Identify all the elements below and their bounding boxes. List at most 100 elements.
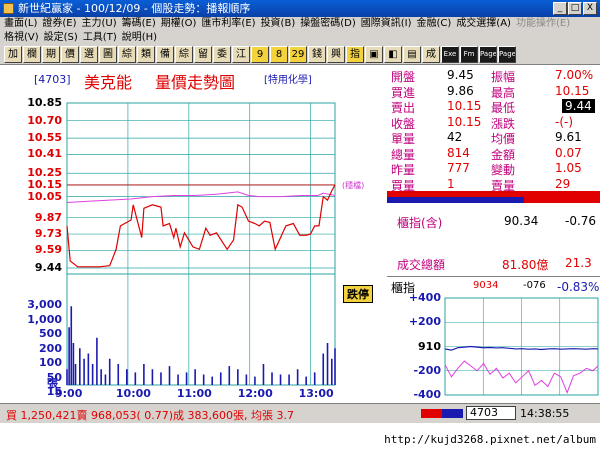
toolbar-button-12[interactable]: 江 <box>232 46 250 63</box>
menu-item-1-1[interactable]: 證券(E) <box>42 18 76 29</box>
volume-bar <box>66 369 68 385</box>
toolbar-button-25[interactable]: Page <box>479 46 497 63</box>
toolbar-button-16[interactable]: 錢 <box>308 46 326 63</box>
status-summary: 買 1,250,421賣 968,053( 0.77)成 383,600張, 均… <box>6 409 295 422</box>
volume-bar <box>279 374 282 385</box>
menu-item-1-9[interactable]: 金融(C) <box>417 18 452 29</box>
quote-pane: 開盤 9.45 振幅 7.00% 買進 9.86 最高 10.15 賣出 10.15 最低 9.44 收… <box>387 65 600 403</box>
volume-bar <box>74 364 77 385</box>
menu-item-1-5[interactable]: 匯市利率(E) <box>201 18 255 29</box>
minimize-button[interactable]: _ <box>553 2 567 15</box>
volume-bar <box>104 374 107 385</box>
volume-bar <box>68 327 70 385</box>
volume-bar <box>228 366 231 385</box>
price-line <box>66 184 336 268</box>
volume-bar <box>168 366 171 385</box>
volume-bar <box>296 369 299 385</box>
volume-bar <box>194 369 196 385</box>
toolbar-button-3[interactable]: 價 <box>61 46 79 63</box>
toolbar-button-14[interactable]: 8 <box>270 46 288 63</box>
volume-bar <box>91 364 94 385</box>
volume-bar <box>211 376 214 385</box>
title-bar: 新世紀贏家 - 100/12/09 - 個股走勢：播報順序 _ □ X <box>0 0 600 17</box>
close-button[interactable]: X <box>583 2 597 15</box>
toolbar-button-11[interactable]: 委 <box>213 46 231 63</box>
volume-bar <box>125 369 128 385</box>
toolbar-button-6[interactable]: 綜 <box>118 46 136 63</box>
menu-item-1-2[interactable]: 主力(U) <box>82 18 117 29</box>
avg-price-line <box>66 191 336 203</box>
toolbar-button-17[interactable]: 興 <box>327 46 345 63</box>
volume-bar <box>72 343 75 385</box>
toolbar-button-18[interactable]: 指 <box>346 46 364 63</box>
volume-bar <box>326 343 329 385</box>
menu-item-1-6[interactable]: 投資(B) <box>261 18 296 29</box>
toolbar-button-20[interactable]: ◧ <box>384 46 402 63</box>
window-title: 新世紀贏家 - 100/12/09 - 個股走勢：播報順序 <box>18 2 251 15</box>
volume-bar <box>160 372 162 385</box>
volume-bar <box>305 376 307 385</box>
menu-item-2-3[interactable]: 說明(H) <box>122 32 157 43</box>
toolbar-button-9[interactable]: 綜 <box>175 46 193 63</box>
toolbar-button-4[interactable]: 選 <box>80 46 98 63</box>
menu-item-1-11[interactable]: 功能操作(E) <box>516 18 570 29</box>
menu-item-1-4[interactable]: 期權(O) <box>161 18 197 29</box>
maximize-button[interactable]: □ <box>568 2 582 15</box>
toolbar-button-26[interactable]: Page <box>498 46 516 63</box>
toolbar: 加欄期價選圖綜類備綜留委江 9 8 29 錢興指 ▣ ◧ ▤ 成 Exe Fm Page Page <box>0 45 600 65</box>
watermark-url: http://kujd3268.pixnet.net/album <box>0 430 600 450</box>
menu-item-1-3[interactable]: 籌碼(E) <box>122 18 156 29</box>
toolbar-button-13[interactable]: 9 <box>251 46 269 63</box>
volume-bar <box>262 364 265 385</box>
volume-bar <box>313 372 316 385</box>
volume-bar <box>117 364 120 385</box>
menu-item-1-7[interactable]: 操盤密碼(D) <box>300 18 356 29</box>
menu-item-1-8[interactable]: 國際資訊(I) <box>361 18 412 29</box>
toolbar-button-23[interactable]: Exe <box>441 46 459 63</box>
toolbar-button-1[interactable]: 欄 <box>23 46 41 63</box>
toolbar-button-0[interactable]: 加 <box>4 46 22 63</box>
menu-bar: 畫面(L) 證券(E) 主力(U) 籌碼(E) 期權(O) 匯市利率(E) 投資(B) 操盤密… <box>0 17 600 45</box>
volume-bar <box>83 358 85 385</box>
volume-bar <box>100 369 102 385</box>
volume-bar <box>254 376 256 385</box>
chart-pane: [4703] 美克能 量價走勢圖 [特用化學] 10.85 10.70 10.55 1… <box>0 65 387 403</box>
volume-bar <box>237 369 239 385</box>
toolbar-button-24[interactable]: Fm <box>460 46 478 63</box>
volume-bar <box>202 374 205 385</box>
volume-bar <box>96 337 98 385</box>
toolbar-button-10[interactable]: 留 <box>194 46 212 63</box>
toolbar-button-15[interactable]: 29 <box>289 46 307 63</box>
menu-item-1-10[interactable]: 成交選擇(A) <box>456 18 511 29</box>
status-bar: 買 1,250,421賣 968,053( 0.77)成 383,600張, 均… <box>0 403 600 423</box>
status-color-bar <box>421 409 463 418</box>
app-window: 新世紀贏家 - 100/12/09 - 個股走勢：播報順序 _ □ X 畫面(L… <box>0 0 600 450</box>
menu-item-2-2[interactable]: 工具(T) <box>83 32 117 43</box>
volume-bar <box>288 374 290 385</box>
volume-bar <box>79 348 81 385</box>
toolbar-button-8[interactable]: 備 <box>156 46 174 63</box>
menu-item-1-0[interactable]: 畫面(L) <box>4 18 37 29</box>
menu-row-main: 畫面(L) 證券(E) 主力(U) 籌碼(E) 期權(O) 匯市利率(E) 投資(B) 操盤密… <box>4 17 575 31</box>
volume-bar <box>271 372 273 385</box>
toolbar-button-7[interactable]: 類 <box>137 46 155 63</box>
toolbar-button-19[interactable]: ▣ <box>365 46 383 63</box>
code-input[interactable]: 4703 <box>466 406 516 420</box>
toolbar-button-5[interactable]: 圖 <box>99 46 117 63</box>
volume-bar <box>245 374 248 385</box>
app-logo-icon <box>3 3 14 14</box>
otc-index-chart <box>444 297 599 396</box>
toolbar-button-21[interactable]: ▤ <box>403 46 421 63</box>
price-volume-chart <box>66 102 336 386</box>
volume-bar <box>87 353 90 385</box>
menu-item-2-0[interactable]: 格視(V) <box>4 32 39 43</box>
toolbar-button-22[interactable]: 成 <box>422 46 440 63</box>
menu-row-secondary: 格視(V) 設定(S) 工具(T) 說明(H) <box>4 31 162 45</box>
toolbar-button-2[interactable]: 期 <box>42 46 60 63</box>
clock-display: 14:38:55 <box>520 407 570 420</box>
volume-bar <box>134 372 137 385</box>
volume-bar <box>322 353 325 385</box>
menu-item-2-1[interactable]: 設定(S) <box>44 32 78 43</box>
volume-bar <box>330 358 333 385</box>
volume-bar <box>108 358 111 385</box>
